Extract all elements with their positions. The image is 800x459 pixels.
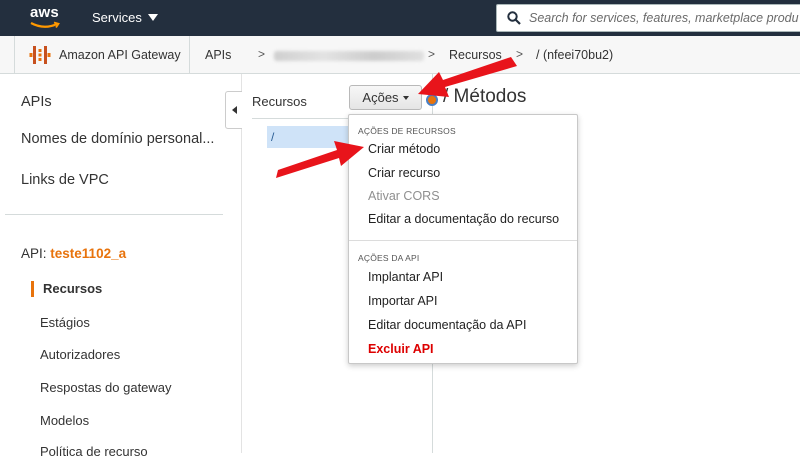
sidebar-divider xyxy=(5,214,223,215)
menu-item-create-method[interactable]: Criar método xyxy=(368,142,440,156)
sidebar-item-apis[interactable]: APIs xyxy=(21,94,52,110)
services-label: Services xyxy=(92,10,142,25)
active-indicator xyxy=(31,281,34,297)
sidebar-item-estagios[interactable]: Estágios xyxy=(40,315,90,330)
aws-logo-text: aws xyxy=(30,4,59,21)
breadcrumb-current: / (nfeei70bu2) xyxy=(536,48,614,62)
breadcrumb-separator: > xyxy=(428,47,436,61)
menu-item-enable-cors: Ativar CORS xyxy=(368,189,440,203)
menu-item-edit-resource-docs[interactable]: Editar a documentação do recurso xyxy=(368,212,559,226)
search-input[interactable] xyxy=(529,11,799,25)
search-box[interactable] xyxy=(496,4,800,32)
api-actions-header: AÇÕES DA API xyxy=(358,253,420,263)
menu-divider xyxy=(349,240,577,241)
method-status-icon xyxy=(426,94,438,106)
sidebar-item-politica-recurso[interactable]: Política de recurso xyxy=(40,444,148,459)
redacted-text xyxy=(274,51,424,61)
menu-item-delete-api[interactable]: Excluir API xyxy=(368,342,434,356)
page-title: / Métodos xyxy=(443,86,527,107)
sidebar-item-vpc-links[interactable]: Links de VPC xyxy=(21,172,109,188)
breadcrumb-redacted-api[interactable] xyxy=(274,50,424,64)
breadcrumb: Amazon API Gateway APIs > > Recursos > /… xyxy=(0,36,800,74)
api-prefix: API: xyxy=(21,246,47,261)
search-icon xyxy=(507,11,521,25)
menu-item-edit-api-docs[interactable]: Editar documentação da API xyxy=(368,318,526,332)
service-name: Amazon API Gateway xyxy=(59,47,181,62)
sidebar-item-recursos[interactable]: Recursos xyxy=(43,281,102,296)
actions-dropdown-menu: AÇÕES DE RECURSOS Criar método Criar rec… xyxy=(348,114,578,364)
chevron-left-icon xyxy=(231,106,237,114)
menu-item-deploy-api[interactable]: Implantar API xyxy=(368,270,443,284)
menu-item-create-resource[interactable]: Criar recurso xyxy=(368,166,440,180)
sidebar-item-autorizadores[interactable]: Autorizadores xyxy=(40,347,120,362)
resource-actions-header: AÇÕES DE RECURSOS xyxy=(358,126,456,136)
services-menu-button[interactable]: Services xyxy=(92,10,158,25)
breadcrumb-recursos[interactable]: Recursos xyxy=(449,48,502,62)
breadcrumb-apis[interactable]: APIs xyxy=(205,48,231,62)
aws-logo[interactable]: aws xyxy=(30,4,66,32)
api-gateway-icon xyxy=(29,45,51,64)
service-home-link[interactable]: Amazon API Gateway xyxy=(14,36,190,73)
api-heading: API: teste1102_a xyxy=(21,246,126,261)
breadcrumb-separator: > xyxy=(516,47,524,61)
sidebar: APIs Nomes de domínio personal... Links … xyxy=(0,74,242,459)
resources-title: Recursos xyxy=(252,94,307,109)
actions-button[interactable]: Ações xyxy=(349,85,422,110)
breadcrumb-separator: > xyxy=(258,47,266,61)
api-name[interactable]: teste1102_a xyxy=(50,246,126,261)
sidebar-item-respostas-gateway[interactable]: Respostas do gateway xyxy=(40,380,172,395)
top-navigation-bar: aws Services xyxy=(0,0,800,36)
menu-item-import-api[interactable]: Importar API xyxy=(368,294,437,308)
chevron-down-icon xyxy=(147,14,158,21)
actions-label: Ações xyxy=(362,90,399,105)
aws-smile-icon xyxy=(30,21,60,29)
sidebar-item-custom-domains[interactable]: Nomes de domínio personal... xyxy=(21,131,214,147)
collapse-sidebar-button[interactable] xyxy=(225,91,242,129)
sidebar-item-modelos[interactable]: Modelos xyxy=(40,413,89,428)
resource-tree-root[interactable]: / xyxy=(267,126,355,148)
chevron-down-icon xyxy=(402,95,409,100)
